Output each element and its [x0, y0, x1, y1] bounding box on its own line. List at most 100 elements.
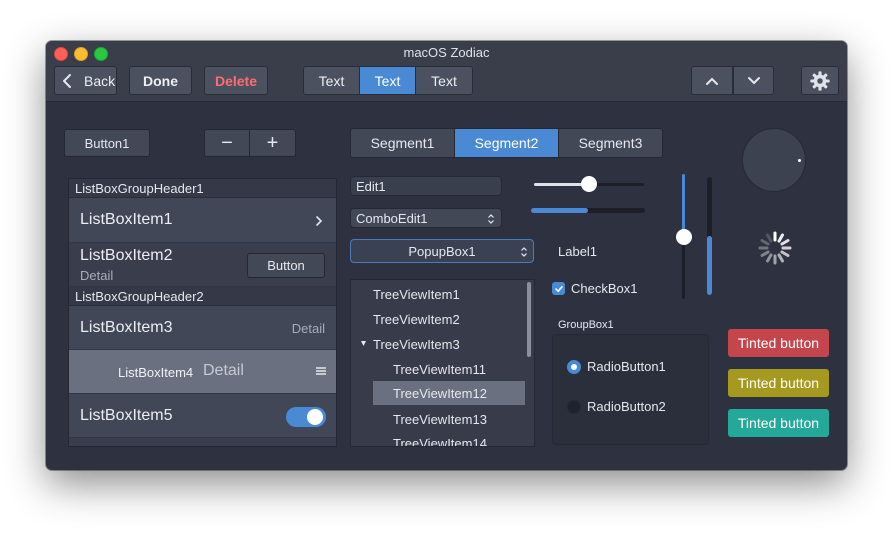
- tree-scrollbar[interactable]: [527, 282, 531, 357]
- comboedit1[interactable]: ComboEdit1: [350, 208, 502, 228]
- chevron-right-icon: [316, 216, 323, 226]
- edit1-input[interactable]: Edit1: [350, 176, 502, 196]
- vertical-slider[interactable]: [676, 174, 692, 299]
- drag-handle-icon[interactable]: [315, 366, 327, 376]
- delete-button[interactable]: Delete: [204, 66, 268, 95]
- radio-label: RadioButton1: [587, 359, 666, 374]
- segment-label: Segment3: [578, 135, 643, 151]
- segment2[interactable]: Segment2: [454, 128, 559, 158]
- settings-button[interactable]: [801, 66, 839, 95]
- radio-label: RadioButton2: [587, 399, 666, 414]
- tree-item[interactable]: TreeViewItem14: [393, 436, 487, 446]
- app-window: macOS Zodiac Back Done Delete Text Text …: [46, 41, 847, 470]
- up-down-chevron-icon: [488, 214, 494, 224]
- list-item-detail: Detail: [80, 268, 114, 283]
- tinted-button-yellow[interactable]: Tinted button: [728, 369, 829, 397]
- chevron-left-icon: [63, 73, 71, 88]
- horizontal-slider[interactable]: [534, 176, 644, 192]
- minus-icon: −: [221, 131, 233, 154]
- stepper-increment-button[interactable]: +: [249, 129, 296, 157]
- plus-icon: +: [266, 131, 279, 154]
- segment3[interactable]: Segment3: [558, 128, 663, 158]
- popupbox1-value: PopupBox1: [408, 243, 476, 259]
- done-button[interactable]: Done: [129, 66, 192, 95]
- done-label: Done: [143, 72, 178, 89]
- segment-label: Segment2: [474, 135, 539, 151]
- delete-label: Delete: [214, 72, 258, 89]
- radio-button-2[interactable]: RadioButton2: [567, 399, 666, 414]
- segment-label: Segment1: [370, 135, 435, 151]
- list-item-2[interactable]: ListBoxItem2 Detail Button: [69, 243, 336, 287]
- list-item-detail: Detail: [291, 321, 325, 336]
- segment1[interactable]: Segment1: [350, 128, 455, 158]
- toolbar-segment-label: Text: [318, 72, 345, 89]
- list-item-title: ListBoxItem3: [80, 319, 173, 336]
- listbox[interactable]: ListBoxGroupHeader1 ListBoxItem1 ListBox…: [68, 178, 337, 447]
- button-label: Button: [267, 258, 305, 273]
- tinted-button-label: Tinted button: [737, 415, 820, 431]
- tree-item-selected[interactable]: TreeViewItem12: [373, 381, 525, 405]
- dial-indicator: [798, 159, 801, 162]
- tinted-button-label: Tinted button: [737, 375, 820, 391]
- button1-label: Button1: [84, 135, 130, 151]
- radio-button-1[interactable]: RadioButton1: [567, 359, 666, 374]
- slider-fill: [682, 174, 685, 237]
- radio-indicator[interactable]: [567, 359, 581, 374]
- slider-thumb[interactable]: [581, 176, 597, 192]
- next-button[interactable]: [733, 66, 774, 95]
- tree-view[interactable]: TreeViewItem1 TreeViewItem2 TreeViewItem…: [350, 279, 535, 447]
- groupbox: RadioButton1 RadioButton2: [552, 334, 709, 445]
- radio-indicator[interactable]: [567, 399, 581, 414]
- tinted-button-red[interactable]: Tinted button: [728, 329, 829, 357]
- list-item-1[interactable]: ListBoxItem1: [69, 198, 336, 243]
- toolbar-segment-label: Text: [431, 72, 457, 89]
- toggle-knob: [307, 409, 323, 425]
- listbox-group-header-2: ListBoxGroupHeader2: [69, 287, 336, 306]
- list-item-2-button[interactable]: Button: [247, 253, 325, 278]
- edit1-value: Edit1: [356, 178, 386, 194]
- tree-item[interactable]: TreeViewItem2: [373, 312, 460, 327]
- horizontal-progress-bar: [531, 208, 645, 213]
- list-item-5-toggle[interactable]: [286, 407, 326, 427]
- tree-item[interactable]: TreeViewItem13: [393, 412, 487, 427]
- tinted-button-teal[interactable]: Tinted button: [728, 409, 829, 437]
- list-item-title: ListBoxItem1: [80, 211, 173, 228]
- tree-item[interactable]: TreeViewItem3: [373, 337, 460, 352]
- comboedit1-value: ComboEdit1: [356, 210, 428, 226]
- list-item-detail: Detail: [203, 362, 244, 379]
- list-item-3[interactable]: ListBoxItem3 Detail: [69, 306, 336, 350]
- list-item-title: ListBoxItem4: [118, 365, 194, 380]
- tree-item[interactable]: TreeViewItem1: [373, 287, 460, 302]
- progress-fill: [707, 236, 712, 295]
- toolbar-segment-2[interactable]: Text: [359, 66, 416, 95]
- list-item-title: ListBoxItem2: [80, 247, 173, 264]
- toolbar-segment-3[interactable]: Text: [415, 66, 473, 95]
- listbox-group-header-1: ListBoxGroupHeader1: [69, 179, 336, 198]
- vertical-progress-bar: [707, 177, 712, 295]
- dial-knob[interactable]: [742, 128, 806, 192]
- list-item-4[interactable]: ListBoxItem4 Detail: [69, 350, 336, 394]
- disclosure-triangle-icon[interactable]: [360, 340, 367, 347]
- previous-button[interactable]: [691, 66, 733, 95]
- slider-thumb[interactable]: [676, 229, 692, 245]
- chevron-down-icon: [747, 76, 760, 84]
- label1: Label1: [558, 244, 598, 259]
- popupbox1[interactable]: PopupBox1: [350, 239, 534, 263]
- tinted-button-label: Tinted button: [737, 335, 820, 351]
- checkbox-box[interactable]: [552, 282, 565, 295]
- up-down-chevron-icon: [521, 247, 527, 257]
- tree-item-label: TreeViewItem12: [393, 386, 487, 401]
- tree-item[interactable]: TreeViewItem11: [393, 362, 486, 377]
- checkbox1[interactable]: CheckBox1: [552, 281, 637, 296]
- stepper-decrement-button[interactable]: −: [204, 129, 250, 157]
- progress-fill: [531, 208, 588, 213]
- toolbar-segment-label: Text: [374, 72, 401, 89]
- radio-dot: [571, 363, 577, 370]
- list-item-5[interactable]: ListBoxItem5: [69, 394, 336, 438]
- checkbox1-label: CheckBox1: [571, 281, 638, 296]
- button1[interactable]: Button1: [64, 129, 150, 157]
- title-bar: macOS Zodiac Back Done Delete Text Text …: [46, 41, 847, 102]
- toolbar-segment-1[interactable]: Text: [303, 66, 360, 95]
- back-button[interactable]: Back: [54, 66, 117, 95]
- groupbox-title: GroupBox1: [558, 319, 614, 331]
